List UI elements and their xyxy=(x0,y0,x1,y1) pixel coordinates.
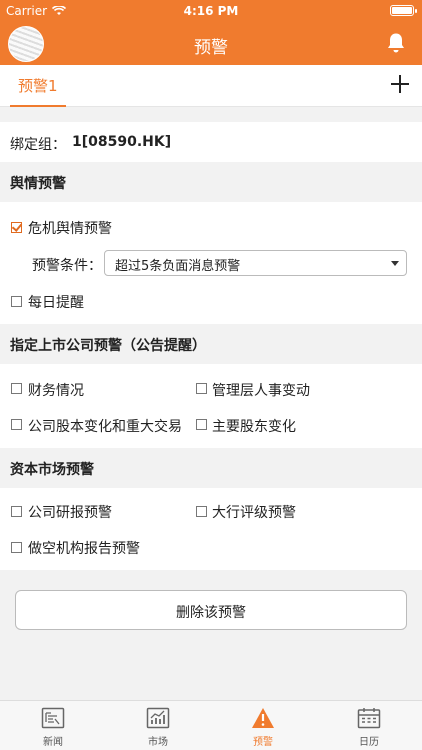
condition-select[interactable]: 超过5条负面消息预警 xyxy=(104,250,407,276)
bank-rating-checkbox[interactable] xyxy=(196,506,207,517)
short-seller-label: 做空机构报告预警 xyxy=(28,541,140,557)
sentiment-section-header: 舆情预警 xyxy=(0,162,422,202)
share-capital-label: 公司股本变化和重大交易 xyxy=(28,419,182,435)
status-time: 4:16 PM xyxy=(183,4,239,18)
tab-news[interactable]: 新闻 xyxy=(13,707,93,748)
major-shareholder-label: 主要股东变化 xyxy=(212,419,296,435)
tab-market-label: 市场 xyxy=(148,737,168,748)
page-title: 预警 xyxy=(194,38,228,58)
add-alert-icon[interactable] xyxy=(388,72,412,96)
bell-icon[interactable] xyxy=(386,32,406,54)
daily-reminder-checkbox[interactable] xyxy=(11,296,22,307)
chevron-down-icon xyxy=(391,261,399,266)
tab-calendar[interactable]: 日历 xyxy=(329,707,409,748)
crisis-sentiment-label: 危机舆情预警 xyxy=(28,221,112,237)
binding-row: 绑定组： 1[08590.HK] xyxy=(0,122,422,162)
bank-rating-label: 大行评级预警 xyxy=(212,505,296,521)
major-shareholder-checkbox[interactable] xyxy=(196,419,207,430)
management-change-label: 管理层人事变动 xyxy=(212,383,310,399)
crisis-sentiment-checkbox[interactable] xyxy=(11,222,22,233)
battery-icon xyxy=(390,5,417,16)
tab-warning[interactable]: 预警 xyxy=(223,707,303,748)
tab-alert-1[interactable]: 预警1 xyxy=(10,65,66,107)
daily-reminder-label: 每日提醒 xyxy=(28,295,84,311)
tab-warning-label: 预警 xyxy=(253,737,273,748)
warning-icon xyxy=(252,708,274,728)
short-seller-checkbox[interactable] xyxy=(11,542,22,553)
research-report-checkbox[interactable] xyxy=(11,506,22,517)
listed-company-section-header: 指定上市公司预警（公告提醒） xyxy=(0,324,422,364)
financial-label: 财务情况 xyxy=(28,383,84,399)
condition-select-value: 超过5条负面消息预警 xyxy=(115,259,241,274)
alert-tabs: 预警1 xyxy=(0,65,422,107)
bottom-tab-bar: 新闻 市场 预警 日历 xyxy=(0,700,422,750)
binding-label: 绑定组： xyxy=(10,137,66,153)
management-change-checkbox[interactable] xyxy=(196,383,207,394)
tab-news-label: 新闻 xyxy=(43,737,63,748)
news-icon xyxy=(41,707,65,729)
capital-market-section-header: 资本市场预警 xyxy=(0,448,422,488)
condition-label: 预警条件： xyxy=(32,258,102,274)
research-report-label: 公司研报预警 xyxy=(28,505,112,521)
binding-value: 1[08590.HK] xyxy=(72,134,172,150)
market-chart-icon xyxy=(146,707,170,729)
delete-alert-button[interactable]: 删除该预警 xyxy=(15,590,407,630)
nav-bar: 预警 xyxy=(0,22,422,65)
share-capital-checkbox[interactable] xyxy=(11,419,22,430)
status-bar: Carrier 4:16 PM xyxy=(0,0,422,22)
calendar-icon xyxy=(357,708,381,729)
tab-market[interactable]: 市场 xyxy=(118,707,198,748)
tab-calendar-label: 日历 xyxy=(359,737,379,748)
financial-checkbox[interactable] xyxy=(11,383,22,394)
